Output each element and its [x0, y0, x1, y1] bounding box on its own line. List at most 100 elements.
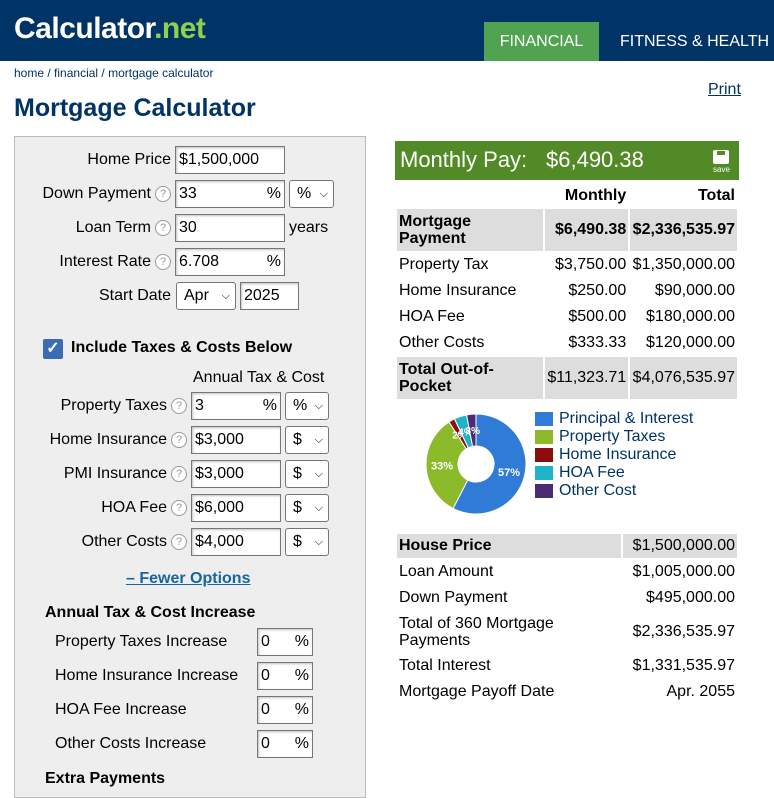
summary-label: Loan Amount	[399, 563, 494, 580]
legend-item: Principal & Interest	[535, 410, 693, 428]
help-icon[interactable]: ?	[171, 534, 187, 550]
table-row: Total of 360 Mortgage Payments $2,336,53…	[397, 612, 737, 652]
property-taxes-input[interactable]: 3%	[191, 392, 281, 420]
row-label: Home Insurance	[399, 282, 517, 299]
row-label: Mortgage Payment	[397, 209, 543, 251]
help-icon[interactable]: ?	[155, 186, 171, 202]
summary-value: $1,331,535.97	[632, 657, 735, 674]
chevron-down-icon: ⌵	[314, 434, 323, 446]
home-insurance-increase-input[interactable]: 0%	[257, 662, 313, 690]
col-total: Total	[697, 187, 735, 204]
help-icon[interactable]: ?	[155, 220, 171, 236]
legend-swatch	[535, 484, 553, 498]
help-icon[interactable]: ?	[171, 398, 187, 414]
start-month-select[interactable]: Apr ⌵	[176, 282, 236, 310]
home-price-input[interactable]: $1,500,000	[175, 146, 285, 174]
table-row: Property Tax $3,750.00 $1,350,000.00	[397, 253, 737, 277]
chevron-down-icon: ⌵	[314, 536, 323, 548]
nav-fitness-health[interactable]: FITNESS & HEALTH	[620, 22, 769, 61]
legend-swatch	[535, 448, 553, 462]
summary-label: Down Payment	[399, 589, 508, 606]
home-insurance-input[interactable]: $3,000	[191, 426, 281, 454]
legend-swatch	[535, 430, 553, 444]
home-insurance-unit-select[interactable]: $ ⌵	[285, 426, 329, 454]
include-taxes-checkbox[interactable]: ✓	[43, 339, 63, 359]
summary-value: $1,500,000.00	[623, 534, 737, 558]
breadcrumb: home / financial / mortgage calculator	[14, 66, 213, 80]
help-icon[interactable]: ?	[171, 432, 187, 448]
table-row: Home Insurance $250.00 $90,000.00	[397, 279, 737, 303]
hoa-fee-label: HOA Fee?	[101, 499, 187, 517]
other-costs-unit-select[interactable]: $ ⌵	[285, 528, 329, 556]
extra-payments-title: Extra Payments	[45, 770, 166, 787]
chevron-down-icon: ⌵	[314, 502, 323, 514]
loan-term-input[interactable]: 30	[175, 214, 285, 242]
logo-dot: .	[154, 12, 162, 45]
pmi-insurance-unit-select[interactable]: $ ⌵	[285, 460, 329, 488]
property-taxes-increase-input[interactable]: 0%	[257, 628, 313, 656]
legend-item: Home Insurance	[535, 446, 693, 464]
hoa-fee-unit-select[interactable]: $ ⌵	[285, 494, 329, 522]
pie-slice-label: 33%	[431, 461, 453, 473]
hoa-fee-increase-input[interactable]: 0%	[257, 696, 313, 724]
breadcrumb-sep: /	[98, 66, 109, 80]
interest-rate-input[interactable]: 6.708%	[175, 248, 285, 276]
site-logo[interactable]: Calculator.net	[14, 12, 206, 46]
table-row: HOA Fee $500.00 $180,000.00	[397, 305, 737, 329]
breadcrumb-current[interactable]: mortgage calculator	[108, 66, 213, 80]
down-payment-label: Down Payment?	[43, 185, 171, 203]
help-icon[interactable]: ?	[171, 500, 187, 516]
increase-title: Annual Tax & Cost Increase	[45, 604, 256, 621]
pmi-insurance-input[interactable]: $3,000	[191, 460, 281, 488]
table-row: Total Interest $1,331,535.97	[397, 654, 737, 678]
summary-value: $1,005,000.00	[632, 563, 735, 580]
down-payment-unit-select[interactable]: % ⌵	[289, 180, 334, 208]
row-monthly: $250.00	[568, 282, 627, 299]
home-insurance-label: Home Insurance?	[50, 431, 187, 449]
help-icon[interactable]: ?	[171, 466, 187, 482]
monthly-pay-label: Monthly Pay:	[400, 147, 528, 172]
loan-term-label: Loan Term?	[76, 219, 171, 237]
row-total: $2,336,535.97	[630, 209, 737, 251]
other-costs-increase-label: Other Costs Increase	[55, 735, 207, 752]
pie-legend: Principal & Interest Property Taxes Home…	[535, 410, 693, 500]
other-costs-increase-input[interactable]: 0%	[257, 730, 313, 758]
table-row: Other Costs $333.33 $120,000.00	[397, 331, 737, 355]
include-taxes-label: Include Taxes & Costs Below	[71, 339, 293, 356]
other-costs-input[interactable]: $4,000	[191, 528, 281, 556]
table-row: Mortgage Payoff Date Apr. 2055	[397, 680, 737, 704]
legend-item: Property Taxes	[535, 428, 693, 446]
cost-pie-chart: 57%33%2%4%3%	[425, 413, 527, 515]
monthly-pay-bar: Monthly Pay: $6,490.38 save	[395, 141, 739, 180]
down-payment-input[interactable]: 33%	[175, 180, 285, 208]
legend-swatch	[535, 412, 553, 426]
breadcrumb-financial[interactable]: financial	[54, 66, 98, 80]
property-taxes-unit-select[interactable]: % ⌵	[285, 392, 329, 420]
help-icon[interactable]: ?	[155, 254, 171, 270]
row-monthly: $11,323.71	[545, 357, 629, 399]
fewer-options-link[interactable]: – Fewer Options	[126, 570, 250, 588]
row-total: $4,076,535.97	[630, 357, 737, 399]
table-header-row: Monthly Total	[397, 185, 737, 207]
breadcrumb-home[interactable]: home	[14, 66, 44, 80]
row-label: HOA Fee	[399, 308, 465, 325]
start-year-input[interactable]: 2025	[240, 282, 299, 310]
chevron-down-icon: ⌵	[319, 188, 328, 200]
pie-slice-label: 3%	[466, 426, 481, 437]
summary-label: Mortgage Payoff Date	[399, 683, 555, 700]
save-label[interactable]: save	[713, 165, 730, 174]
interest-rate-label: Interest Rate?	[59, 253, 171, 271]
table-row: Loan Amount $1,005,000.00	[397, 560, 737, 584]
legend-item: HOA Fee	[535, 464, 693, 482]
summary-value: $2,336,535.97	[632, 623, 735, 640]
save-icon[interactable]	[713, 150, 729, 164]
print-link[interactable]: Print	[708, 81, 741, 99]
page-title: Mortgage Calculator	[14, 94, 256, 122]
hoa-fee-input[interactable]: $6,000	[191, 494, 281, 522]
hoa-fee-increase-label: HOA Fee Increase	[55, 701, 187, 718]
row-total: $1,350,000.00	[632, 256, 735, 273]
nav-financial[interactable]: FINANCIAL	[484, 22, 599, 61]
logo-net: net	[161, 12, 206, 45]
row-monthly: $6,490.38	[545, 209, 629, 251]
property-taxes-label: Property Taxes?	[61, 397, 187, 415]
